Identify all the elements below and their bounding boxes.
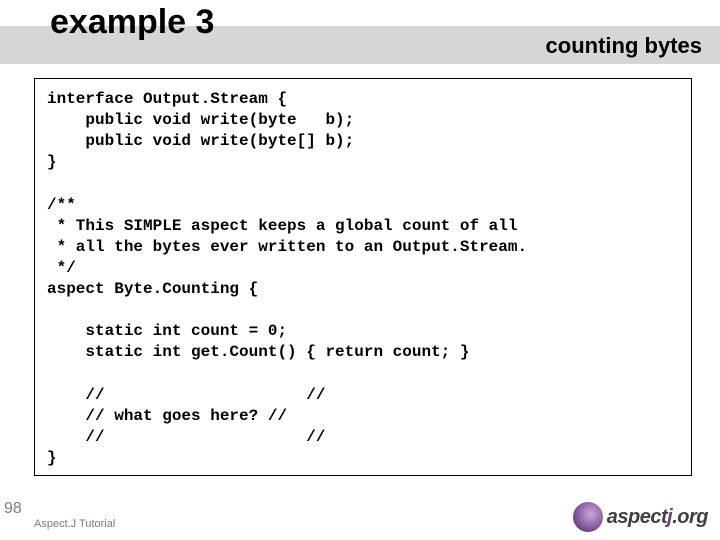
code-content: interface Output.Stream { public void wr…: [47, 89, 681, 469]
footer-label: Aspect.J Tutorial: [34, 518, 115, 530]
code-box: interface Output.Stream { public void wr…: [34, 78, 692, 476]
slide-title: example 3: [50, 3, 214, 42]
aspectj-logo: aspectj.org: [573, 502, 708, 532]
slide-number: 98: [4, 500, 22, 518]
slide: example 3 counting bytes interface Outpu…: [0, 0, 720, 540]
slide-subtitle: counting bytes: [546, 33, 702, 59]
logo-text-aspect: aspect: [607, 506, 667, 528]
logo-swirl-icon: [573, 502, 603, 532]
logo-text: aspectj.org: [607, 506, 708, 529]
logo-text-org: .org: [672, 506, 708, 528]
